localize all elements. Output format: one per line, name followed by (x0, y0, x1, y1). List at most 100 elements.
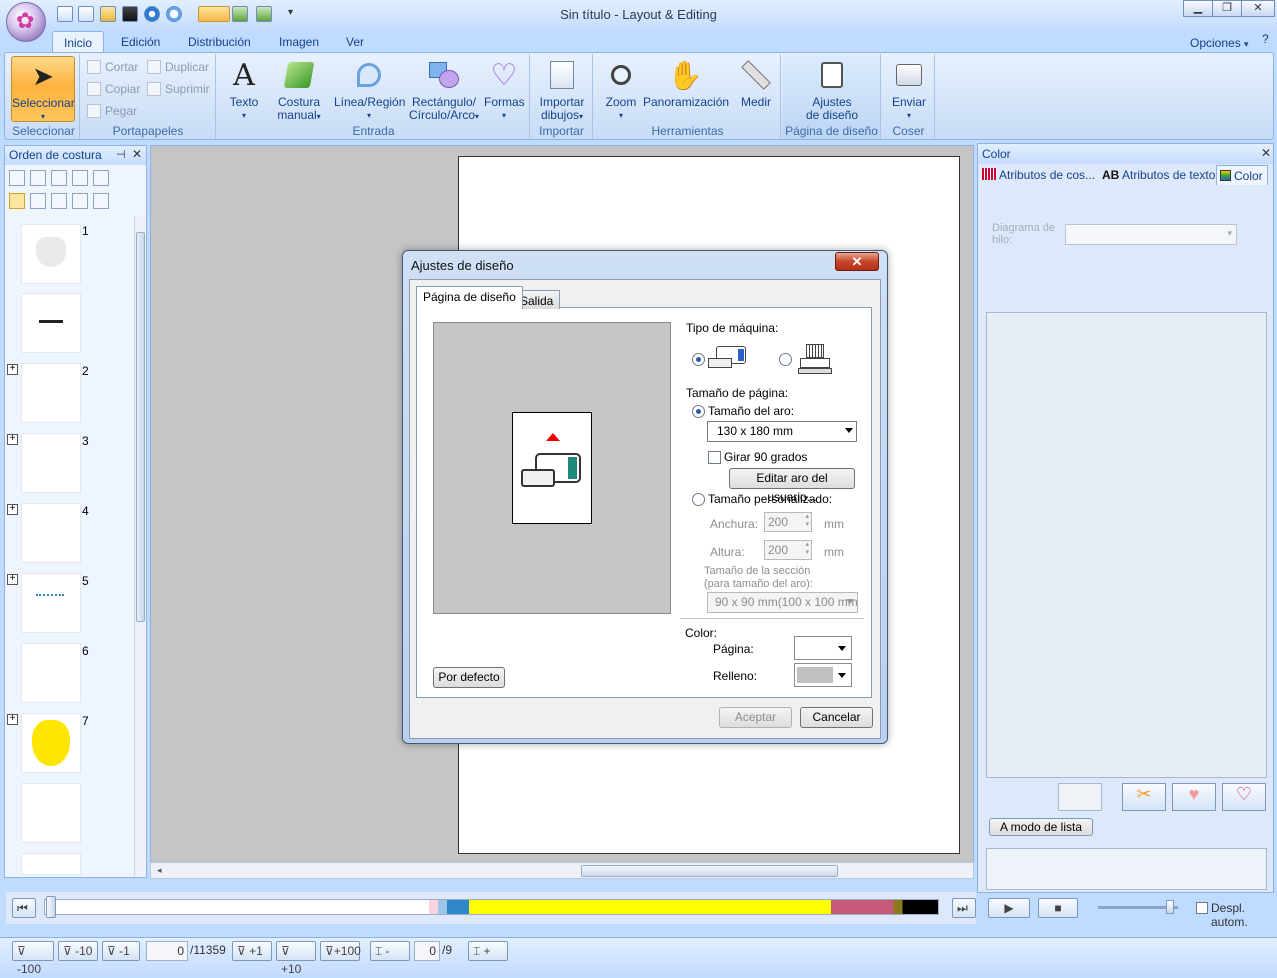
stitch-minus-10-button[interactable]: ⊽ -10 (58, 941, 98, 961)
heart-outline-icon[interactable]: ♡ (1222, 783, 1266, 811)
color-minus-button[interactable]: ⌶ - (370, 941, 410, 961)
application-menu-button[interactable]: ✿ (6, 2, 46, 42)
tab-ver[interactable]: Ver (346, 31, 364, 53)
fit-icon[interactable] (9, 170, 25, 186)
stop-icon[interactable]: ■ (1038, 898, 1078, 918)
list-mode-button[interactable]: A modo de lista (989, 818, 1093, 836)
hoop-size-radio[interactable] (692, 405, 705, 418)
scissors-heart-icon[interactable]: ✂ (1122, 783, 1166, 811)
duplicate-button[interactable]: Duplicar (147, 58, 209, 76)
stitch-thumbnail[interactable] (21, 573, 81, 633)
select-button[interactable]: ➤ Seleccionar ▾ (11, 56, 75, 122)
help-icon[interactable]: ? (1262, 32, 1269, 46)
thread-color-list[interactable] (986, 312, 1267, 778)
minimize-button[interactable]: ▁ (1183, 0, 1213, 17)
line-region-button[interactable]: Línea/Región ▾ (334, 58, 405, 122)
scroll-left-icon[interactable]: ◂ (157, 865, 162, 876)
expand-icon[interactable]: + (7, 574, 18, 585)
restore-button[interactable]: ❐ (1212, 0, 1242, 17)
stitch-progress-bar[interactable] (44, 899, 939, 915)
width-field[interactable]: 200 ▴ ▾ (764, 512, 812, 532)
close-icon[interactable]: ✕ (1261, 146, 1271, 160)
tab-imagen[interactable]: Imagen (279, 31, 319, 53)
send-button[interactable]: Enviar ▾ (887, 58, 931, 122)
expand-icon[interactable]: + (7, 434, 18, 445)
shapes-button[interactable]: ♡ Formas ▾ (484, 58, 525, 122)
auto-scroll-checkbox[interactable] (1196, 902, 1208, 914)
order-view-icon[interactable] (9, 193, 25, 209)
tab-inicio[interactable]: Inicio (52, 31, 104, 53)
tab-edicion[interactable]: Edición (121, 31, 160, 53)
expand-icon[interactable]: + (7, 714, 18, 725)
measure-button[interactable]: Medir (737, 58, 775, 109)
stitch-thumbnail[interactable] (21, 433, 81, 493)
rotate-checkbox[interactable] (708, 451, 721, 464)
speed-slider-handle[interactable] (1166, 900, 1174, 914)
stitch-position-field[interactable]: 0 (146, 941, 188, 961)
color-position-field[interactable]: 0 (414, 941, 440, 961)
paste-button[interactable]: Pegar (87, 102, 137, 120)
stitch-thumbnail[interactable] (21, 363, 81, 423)
close-icon[interactable]: ✕ (132, 147, 142, 161)
stitch-thumbnail[interactable] (21, 643, 81, 703)
scroll-thumb[interactable] (581, 865, 838, 877)
expand-icon[interactable]: + (7, 504, 18, 515)
close-window-button[interactable]: ✕ (1241, 0, 1275, 17)
cancel-button[interactable]: Cancelar (800, 707, 873, 728)
play-icon[interactable]: ▶ (988, 898, 1030, 918)
fill-color-picker[interactable] (794, 663, 852, 687)
stitch-plus-1-button[interactable]: ⊽ +1 (232, 941, 272, 961)
machine-type-radio-2[interactable] (779, 353, 792, 366)
sewing-order-scrollbar[interactable] (134, 216, 146, 876)
machine-type-radio-1[interactable] (692, 353, 705, 366)
lock-icon[interactable] (72, 170, 88, 186)
section-size-select[interactable]: 90 x 90 mm(100 x 100 mm (707, 592, 858, 613)
move-last-icon[interactable] (51, 170, 67, 186)
manual-stitch-button[interactable]: Costura manual▾ (272, 58, 326, 123)
stitch-minus-100-button[interactable]: ⊽ -100 (12, 941, 54, 976)
stitch-thumbnail[interactable] (21, 853, 81, 875)
custom-size-radio[interactable] (692, 493, 705, 506)
stitch-plus-10-button[interactable]: ⊽ +10 (276, 941, 316, 976)
design-settings-button[interactable]: Ajustes de diseño (797, 58, 867, 122)
height-field[interactable]: 200 ▴ ▾ (764, 540, 812, 560)
rectangle-circle-button[interactable]: Rectángulo/ Círculo/Arco▾ (408, 58, 480, 123)
pointer-icon[interactable] (93, 193, 109, 209)
edit-user-hoop-button[interactable]: Editar aro del usuario... (729, 468, 855, 504)
options-menu[interactable]: Opciones ▾ (1190, 32, 1249, 54)
stitch-thumbnail[interactable] (21, 713, 81, 773)
spool-button[interactable] (1058, 783, 1102, 811)
pin-icon[interactable]: ⊣ (116, 148, 126, 161)
stitch-minus-1-button[interactable]: ⊽ -1 (102, 941, 140, 961)
stitch-thumbnail[interactable] (21, 503, 81, 563)
stitch-thumbnail[interactable] (21, 783, 81, 843)
skip-end-icon[interactable]: ⏭ (952, 898, 976, 918)
accept-button[interactable]: Aceptar (719, 707, 792, 728)
copy-button[interactable]: Copiar (87, 80, 140, 98)
default-button[interactable]: Por defecto (433, 667, 505, 688)
color-plus-button[interactable]: ⌶ + (468, 941, 508, 961)
tab-distribucion[interactable]: Distribución (188, 31, 251, 53)
tab-stitch-attributes[interactable]: Atributos de cos... (982, 165, 1095, 185)
heart-fill-icon[interactable]: ♥ (1172, 783, 1216, 811)
ungroup-icon[interactable] (51, 193, 67, 209)
tab-design-page[interactable]: Página de diseño (416, 286, 523, 309)
move-first-icon[interactable] (30, 170, 46, 186)
import-designs-button[interactable]: Importar dibujos▾ (535, 58, 589, 123)
hoop-size-select[interactable]: 130 x 180 mm (707, 421, 857, 442)
page-color-picker[interactable] (794, 636, 852, 660)
progress-handle[interactable] (46, 896, 56, 918)
stitch-plus-100-button[interactable]: ⊽+100 (320, 941, 361, 961)
zoom-button[interactable]: Zoom ▾ (602, 58, 640, 122)
stitch-thumbnail[interactable] (21, 224, 81, 284)
cut-button[interactable]: Cortar (87, 58, 138, 76)
stitch-thumbnail[interactable] (21, 293, 81, 353)
delete-button[interactable]: Suprimir (147, 80, 210, 98)
pan-button[interactable]: ✋ Panoramización (643, 58, 729, 109)
dialog-close-button[interactable]: ✕ (835, 252, 879, 271)
group-icon[interactable] (30, 193, 46, 209)
split-icon[interactable] (93, 170, 109, 186)
tab-text-attributes[interactable]: AB Atributos de texto (1102, 165, 1215, 185)
text-button[interactable]: A Texto ▾ (224, 58, 264, 122)
cut-order-icon[interactable] (72, 193, 88, 209)
